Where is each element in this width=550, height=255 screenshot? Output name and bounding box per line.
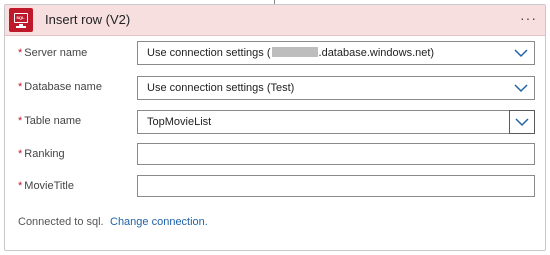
database-name-dropdown[interactable]: Use connection settings (Test) (137, 76, 535, 100)
server-name-dropdown[interactable]: Use connection settings (.database.windo… (137, 41, 535, 65)
chevron-down-icon (514, 49, 528, 58)
movietitle-input[interactable] (137, 175, 535, 197)
card-title: Insert row (V2) (45, 12, 131, 27)
ranking-label: * Ranking (18, 148, 65, 160)
card-header[interactable]: SQL Insert row (V2) ··· (5, 5, 545, 36)
table-name-dropdown[interactable]: TopMovieList (137, 110, 535, 134)
table-name-label: * Table name (18, 115, 82, 127)
change-connection-link[interactable]: Change connection. (110, 216, 208, 228)
ranking-input[interactable] (137, 143, 535, 165)
chevron-down-icon (515, 118, 529, 127)
movietitle-label: * MovieTitle (18, 180, 74, 192)
database-name-label: * Database name (18, 81, 102, 93)
redacted-server (271, 47, 318, 57)
action-card: SQL Insert row (V2) ··· * Server name Use… (4, 4, 546, 251)
chevron-down-icon (514, 84, 528, 93)
more-options-button[interactable]: ··· (520, 10, 537, 26)
connection-status: Connected to sql. (18, 216, 104, 228)
server-name-label: * Server name (18, 47, 88, 59)
sql-server-icon: SQL (9, 8, 33, 32)
dropdown-toggle-button[interactable] (509, 110, 535, 134)
